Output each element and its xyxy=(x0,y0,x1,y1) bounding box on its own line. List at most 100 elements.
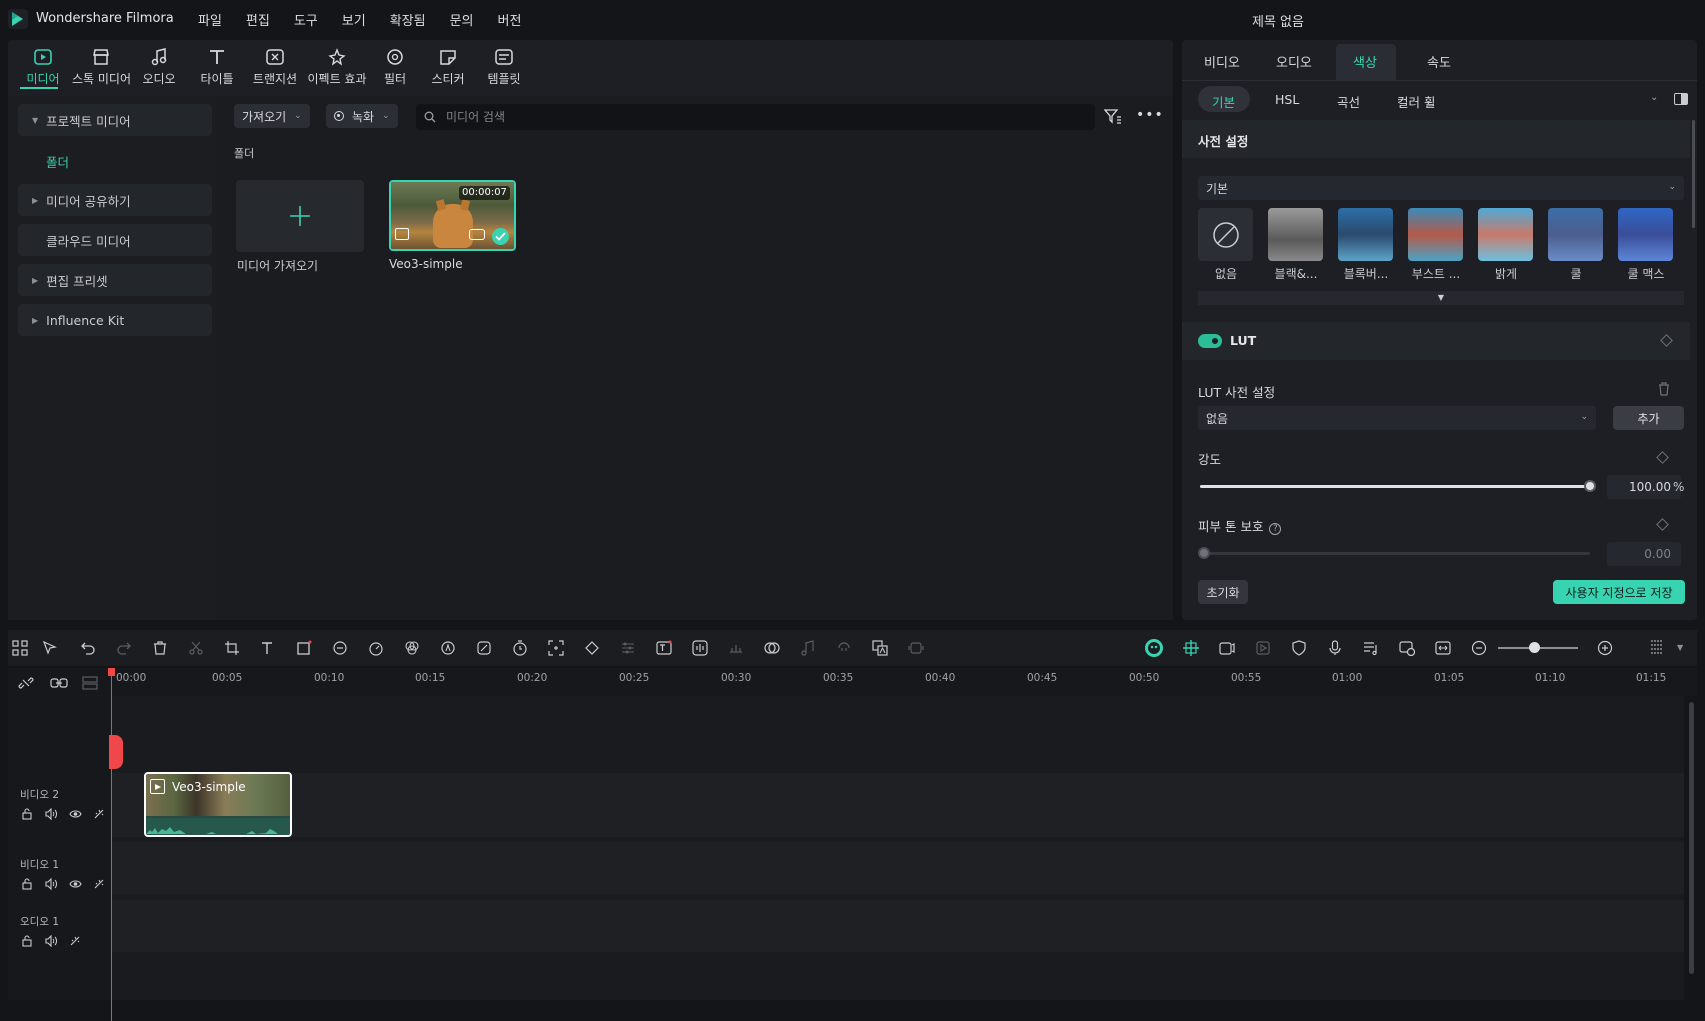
sidebar-item-folder[interactable]: 폴더 xyxy=(46,152,69,171)
menu-help[interactable]: 문의 xyxy=(438,10,486,29)
compare-view-icon[interactable] xyxy=(1674,93,1688,105)
translate-icon[interactable] xyxy=(870,638,890,658)
sidebar-item-share-media[interactable]: ▶ 미디어 공유하기 xyxy=(18,184,212,216)
timeline-zoom-thumb[interactable] xyxy=(1529,642,1540,653)
subtab-color-wheel[interactable]: 컬러 휠 xyxy=(1397,92,1435,111)
snap-icon[interactable] xyxy=(1181,638,1201,658)
unlink-icon[interactable] xyxy=(18,675,34,694)
chevron-down-icon[interactable]: ▼ xyxy=(1677,643,1683,652)
ai-cutout-icon[interactable] xyxy=(330,638,350,658)
menu-edit[interactable]: 편집 xyxy=(234,10,282,29)
preset-cool[interactable]: 쿨 xyxy=(1548,208,1604,282)
save-as-custom-button[interactable]: 사용자 지정으로 저장 xyxy=(1553,580,1685,604)
preset-bright[interactable]: 밝게 xyxy=(1478,208,1534,282)
intensity-value-input[interactable]: 100.00 xyxy=(1607,475,1681,499)
preset-blockbuster[interactable]: 블록버... xyxy=(1338,208,1394,282)
track-video-1[interactable] xyxy=(112,842,1684,894)
preset-black-white[interactable]: 블랙&... xyxy=(1268,208,1324,282)
eye-icon[interactable] xyxy=(66,807,84,821)
ai-assistant-icon[interactable] xyxy=(1144,638,1164,658)
ai-edit-icon[interactable] xyxy=(474,638,494,658)
auto-reframe-icon[interactable] xyxy=(546,638,566,658)
subtab-basic[interactable]: 기본 xyxy=(1212,92,1235,111)
microphone-icon[interactable] xyxy=(1325,638,1345,658)
sidebar-item-edit-presets[interactable]: ▶ 편집 프리셋 xyxy=(18,264,212,296)
redo-icon[interactable] xyxy=(114,638,134,658)
track-video-2[interactable] xyxy=(112,773,1684,837)
filter-sort-icon[interactable] xyxy=(1103,108,1122,127)
playhead-handle[interactable] xyxy=(108,668,115,676)
ai-audio-icon[interactable] xyxy=(438,638,458,658)
playhead[interactable] xyxy=(111,668,112,1021)
speaker-icon[interactable] xyxy=(42,934,60,948)
timeline-horizontal-scrollbar[interactable] xyxy=(112,1003,1684,1011)
toolbar-titles[interactable]: 타이틀 xyxy=(188,45,246,91)
chevron-down-icon[interactable]: ⌄ xyxy=(1650,92,1658,103)
sidebar-item-cloud-media[interactable]: ▶클라우드 미디어 xyxy=(18,224,212,256)
voice-icon[interactable] xyxy=(834,638,854,658)
lut-preset-select[interactable]: 없음 ⌄ xyxy=(1198,406,1596,430)
record-dropdown[interactable]: 녹화 ⌄ xyxy=(326,104,398,128)
shape-icon[interactable] xyxy=(294,638,314,658)
menu-extensions[interactable]: 확장됨 xyxy=(378,10,438,29)
zoom-in-icon[interactable] xyxy=(1595,638,1615,658)
help-icon[interactable]: ? xyxy=(1269,523,1282,535)
speed-icon[interactable] xyxy=(366,638,386,658)
ai-text-icon[interactable] xyxy=(654,638,674,658)
import-dropdown[interactable]: 가져오기 ⌄ xyxy=(234,104,310,128)
panel-scrollbar[interactable] xyxy=(1692,120,1695,228)
tab-video[interactable]: 비디오 xyxy=(1204,52,1240,71)
preset-none[interactable]: 없음 xyxy=(1198,208,1254,282)
render-preview-icon[interactable] xyxy=(1217,638,1237,658)
toolbar-transitions[interactable]: 트랜지션 xyxy=(246,45,304,91)
intensity-slider-track[interactable] xyxy=(1200,485,1590,488)
eye-icon[interactable] xyxy=(66,877,84,891)
undo-icon[interactable] xyxy=(78,638,98,658)
add-lut-button[interactable]: 추가 xyxy=(1613,406,1684,430)
skin-tone-slider-thumb[interactable] xyxy=(1198,547,1210,559)
tab-audio[interactable]: 오디오 xyxy=(1276,52,1312,71)
mask-icon[interactable] xyxy=(762,638,782,658)
marker-icon[interactable] xyxy=(1253,638,1273,658)
track-audio-1[interactable] xyxy=(112,900,1684,952)
text-tool-icon[interactable] xyxy=(258,638,278,658)
track-height-icon[interactable] xyxy=(1647,638,1667,658)
keyframe-diamond-icon[interactable] xyxy=(1660,334,1673,347)
menu-view[interactable]: 보기 xyxy=(330,10,378,29)
preset-cool-max[interactable]: 쿨 맥스 xyxy=(1618,208,1674,282)
sidebar-item-project-media[interactable]: ▼ 프로젝트 미디어 xyxy=(18,104,212,136)
split-audio-icon[interactable] xyxy=(726,638,746,658)
delete-icon[interactable] xyxy=(150,638,170,658)
preset-category-select[interactable]: 기본 ⌄ xyxy=(1198,176,1684,200)
sidebar-item-influence-kit[interactable]: ▶ Influence Kit xyxy=(18,304,212,336)
audio-wave-icon[interactable] xyxy=(690,638,710,658)
preset-boost[interactable]: 부스트 ... xyxy=(1408,208,1464,282)
import-media-card[interactable] xyxy=(236,180,364,252)
toolbar-templates[interactable]: 템플릿 xyxy=(476,45,532,91)
ai-track-icon[interactable] xyxy=(90,807,108,821)
layout-grid-icon[interactable] xyxy=(10,638,30,658)
shield-icon[interactable] xyxy=(1289,638,1309,658)
color-icon[interactable] xyxy=(402,638,422,658)
speaker-icon[interactable] xyxy=(42,877,60,891)
skin-tone-value-input[interactable]: 0.00 xyxy=(1607,542,1681,566)
toolbar-media[interactable]: 미디어 xyxy=(14,45,72,91)
subtab-hsl[interactable]: HSL xyxy=(1275,92,1299,107)
stabilize-icon[interactable] xyxy=(906,638,926,658)
intensity-slider-thumb[interactable] xyxy=(1584,480,1596,492)
speaker-icon[interactable] xyxy=(42,807,60,821)
toolbar-effects[interactable]: 이펙트 효과 xyxy=(304,45,370,91)
menu-version[interactable]: 버전 xyxy=(486,10,534,29)
skin-tone-slider-track[interactable] xyxy=(1200,552,1590,555)
pip-icon[interactable] xyxy=(1397,638,1417,658)
zoom-out-icon[interactable] xyxy=(1469,638,1489,658)
track-manager-icon[interactable] xyxy=(82,675,98,694)
music-tool-icon[interactable] xyxy=(798,638,818,658)
ai-track-icon[interactable] xyxy=(66,934,84,948)
crop-icon[interactable] xyxy=(222,638,242,658)
subtab-curves[interactable]: 곡선 xyxy=(1337,92,1360,111)
reset-button[interactable]: 초기화 xyxy=(1198,580,1248,604)
search-input[interactable] xyxy=(446,110,1046,124)
lut-toggle[interactable] xyxy=(1198,334,1222,348)
trash-icon[interactable] xyxy=(1658,382,1670,399)
